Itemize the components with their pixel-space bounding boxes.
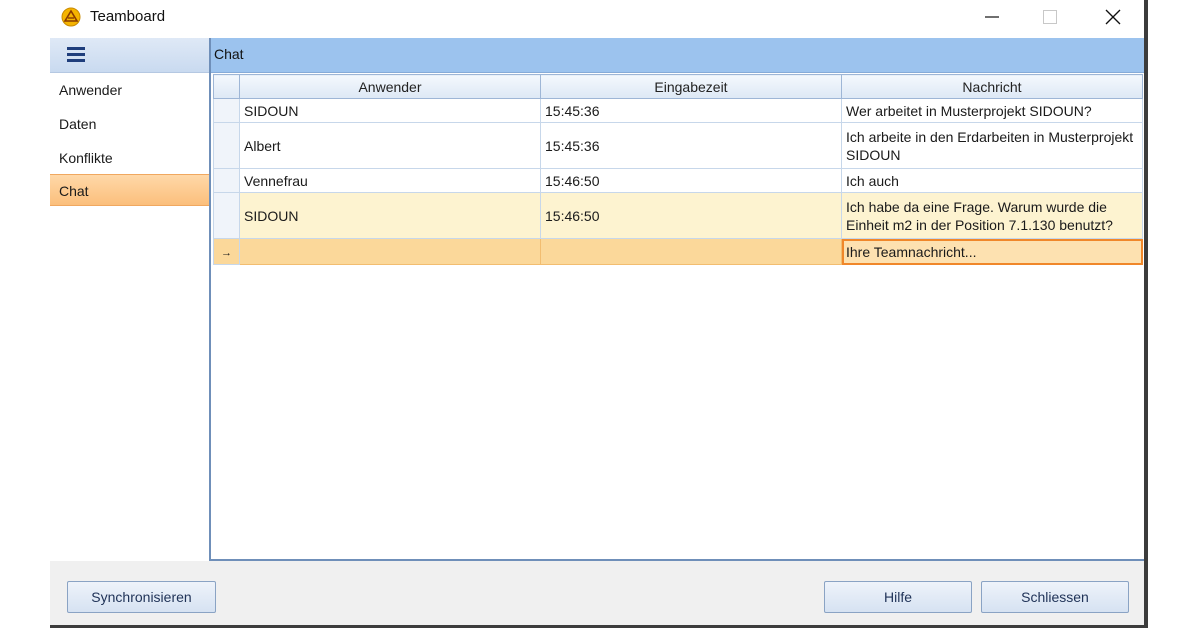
close-window-button[interactable] — [1090, 2, 1136, 32]
maximize-icon — [1043, 10, 1057, 24]
cell-message[interactable]: Ich habe da eine Frage. Warum wurde die … — [841, 192, 1143, 239]
row-indicator[interactable] — [213, 98, 240, 123]
sidebar-item-label: Chat — [59, 183, 89, 199]
new-message-input[interactable]: Ihre Teamnachricht... — [841, 238, 1143, 265]
row-indicator[interactable] — [213, 122, 240, 169]
cell-message[interactable]: Ich arbeite in den Erdarbeiten in Muster… — [841, 122, 1143, 169]
cell-user[interactable]: Albert — [239, 122, 541, 169]
table-row[interactable]: Vennefrau 15:46:50 Ich auch — [213, 168, 1143, 193]
row-indicator-header — [213, 74, 240, 99]
teamboard-window: Teamboard Anwender Daten Konflikte Chat … — [50, 0, 1144, 628]
close-icon — [1105, 9, 1121, 25]
table-row[interactable]: Albert 15:45:36 Ich arbeite in den Erdar… — [213, 122, 1143, 169]
panel-header: Chat — [211, 38, 1144, 73]
sidebar-item-chat[interactable]: Chat — [50, 174, 209, 206]
sidebar: Anwender Daten Konflikte Chat — [50, 38, 209, 560]
app-title: Teamboard — [90, 8, 166, 25]
sidebar-item-label: Daten — [59, 116, 97, 132]
table-row[interactable]: SIDOUN 15:46:50 Ich habe da eine Frage. … — [213, 192, 1143, 239]
cell-time[interactable]: 15:45:36 — [540, 122, 842, 169]
minimize-icon — [985, 16, 999, 18]
panel-title: Chat — [214, 46, 244, 62]
cell-time[interactable]: 15:46:50 — [540, 192, 842, 239]
maximize-button[interactable] — [1027, 2, 1073, 32]
row-indicator[interactable] — [213, 168, 240, 193]
sidebar-item-konflikte[interactable]: Konflikte — [50, 142, 209, 174]
cell-user[interactable]: Vennefrau — [239, 168, 541, 193]
cell-message[interactable]: Ich auch — [841, 168, 1143, 193]
sidebar-item-label: Anwender — [59, 82, 123, 98]
sidebar-item-daten[interactable]: Daten — [50, 108, 209, 140]
window-border-right — [1144, 0, 1148, 628]
cell-time[interactable]: 15:46:50 — [540, 168, 842, 193]
grid-header-row: Anwender Eingabezeit Nachricht — [213, 74, 1143, 99]
cell-message[interactable]: Wer arbeitet in Musterprojekt SIDOUN? — [841, 98, 1143, 123]
cell-user[interactable]: SIDOUN — [239, 192, 541, 239]
column-header-anwender[interactable]: Anwender — [239, 74, 541, 99]
new-message-row[interactable]: → Ihre Teamnachricht... — [213, 238, 1143, 265]
sidebar-item-label: Konflikte — [59, 150, 113, 166]
close-button[interactable]: Schliessen — [981, 581, 1129, 613]
column-header-nachricht[interactable]: Nachricht — [841, 74, 1143, 99]
help-button[interactable]: Hilfe — [824, 581, 972, 613]
cell-time[interactable]: 15:45:36 — [540, 98, 842, 123]
row-indicator[interactable] — [213, 192, 240, 239]
chat-panel: Chat Anwender Eingabezeit Nachricht SIDO… — [209, 38, 1144, 561]
cell-user-new[interactable] — [239, 238, 541, 265]
sidebar-item-anwender[interactable]: Anwender — [50, 74, 209, 106]
chat-grid: Anwender Eingabezeit Nachricht SIDOUN 15… — [213, 74, 1143, 265]
hamburger-menu-icon — [67, 47, 85, 63]
synchronize-button[interactable]: Synchronisieren — [67, 581, 216, 613]
current-row-arrow-icon: → — [213, 238, 240, 265]
cell-time-new[interactable] — [540, 238, 842, 265]
menu-toggle-button[interactable] — [50, 38, 209, 73]
minimize-button[interactable] — [969, 2, 1015, 32]
column-header-eingabezeit[interactable]: Eingabezeit — [540, 74, 842, 99]
title-bar: Teamboard — [50, 0, 1144, 36]
teamboard-logo-icon — [61, 7, 81, 27]
table-row[interactable]: SIDOUN 15:45:36 Wer arbeitet in Musterpr… — [213, 98, 1143, 123]
footer-bar: Synchronisieren Hilfe Schliessen — [50, 561, 1144, 625]
cell-user[interactable]: SIDOUN — [239, 98, 541, 123]
